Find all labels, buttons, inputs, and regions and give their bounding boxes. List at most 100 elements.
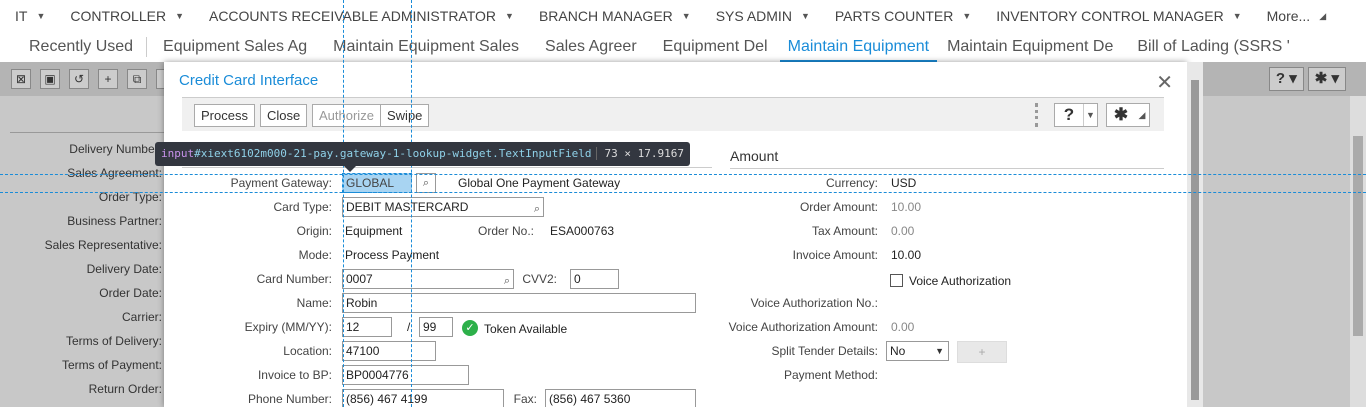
role-menu-bar: IT ▼ CONTROLLER ▼ ACCOUNTS RECEIVABLE ADMI…	[0, 0, 1366, 32]
help-icon: ?	[1063, 105, 1075, 124]
location-input[interactable]: 47100	[342, 341, 436, 361]
name-input[interactable]: Robin	[342, 293, 696, 313]
voice-authorization-label: Voice Authorization	[909, 274, 1012, 288]
inspector-tooltip-arrow	[344, 166, 356, 172]
save-icon: ▣	[40, 69, 60, 89]
voice-authorization-checkbox[interactable]	[890, 274, 903, 287]
expiry-year-input[interactable]: 99	[419, 317, 453, 337]
check-circle-icon: ✓	[462, 320, 478, 336]
tab-bar: Recently Used Equipment Sales Ag Maintai…	[0, 32, 1366, 62]
invoice-bp-label: Invoice to BP:	[257, 368, 332, 382]
caret-down-icon: ▼	[36, 11, 46, 21]
bg-label: Terms of Delivery:	[65, 334, 162, 348]
card-number-input[interactable]: 0007 ⌕	[342, 269, 514, 289]
copy-icon: ⧉	[127, 69, 147, 89]
caret-down-icon: ▼	[962, 11, 972, 21]
inspector-tooltip: input#xiext6102m000-21-pay.gateway-1-loo…	[155, 142, 690, 166]
tab-sales-agreement[interactable]: Sales Agreer	[532, 32, 650, 62]
role-label: IT	[15, 8, 28, 24]
role-it[interactable]: IT ▼	[15, 8, 45, 24]
expiry-month-input[interactable]: 12	[342, 317, 392, 337]
mode-label: Mode:	[298, 248, 332, 262]
add-split-tender-button[interactable]: +	[957, 341, 1007, 363]
bg-label: Terms of Payment:	[61, 358, 162, 372]
currency-value: USD	[891, 176, 917, 190]
bg-label: Sales Representative:	[44, 238, 162, 252]
invoice-bp-input[interactable]: BP0004776	[342, 365, 469, 385]
undo-icon: ↺	[69, 69, 89, 89]
invoice-amount-label: Invoice Amount:	[792, 248, 878, 262]
amount-section-header: Amount	[730, 148, 1164, 169]
background-right-tools: ? ▾ ✱ ▾	[1268, 67, 1346, 91]
split-tender-value: No	[890, 344, 906, 358]
caret-down-icon: ▼	[175, 11, 184, 21]
card-type-label: Card Type:	[273, 200, 332, 214]
lookup-icon[interactable]: ⌕	[504, 272, 510, 290]
role-sys-admin[interactable]: SYS ADMIN ▼	[716, 8, 810, 24]
role-inventory-control-manager[interactable]: INVENTORY CONTROL MANAGER ▼	[996, 8, 1241, 24]
card-type-input[interactable]: DEBIT MASTERCARD ⌕	[342, 197, 544, 217]
inspector-guide-vertical	[343, 0, 344, 407]
tab-maintain-equipment[interactable]: Maintain Equipment	[779, 32, 938, 62]
bg-label: Carrier:	[121, 310, 162, 324]
phone-input[interactable]: (856) 467 4199	[342, 389, 504, 407]
role-parts-counter[interactable]: PARTS COUNTER ▼	[835, 8, 971, 24]
close-icon[interactable]: ✕	[1156, 70, 1173, 95]
card-number-value: 0007	[346, 272, 373, 286]
token-available-label: Token Available	[484, 322, 568, 336]
swipe-button[interactable]: Swipe	[380, 104, 430, 127]
split-tender-label: Split Tender Details:	[771, 344, 879, 358]
scroll-thumb[interactable]	[1191, 80, 1199, 400]
exit-icon: ⊠	[11, 69, 31, 89]
scroll-thumb[interactable]	[1353, 136, 1363, 336]
tab-bill-of-lading[interactable]: Bill of Lading (SSRS '	[1123, 32, 1302, 62]
authorize-button[interactable]: Authorize	[312, 104, 381, 127]
split-tender-select[interactable]: No ▼	[886, 341, 949, 361]
role-label: INVENTORY CONTROL MANAGER	[996, 8, 1224, 24]
dialog-scrollbar[interactable]	[1187, 62, 1203, 407]
tab-maintain-equipment-sales[interactable]: Maintain Equipment Sales	[320, 32, 532, 62]
card-number-label: Card Number:	[256, 272, 332, 286]
currency-label: Currency:	[825, 176, 878, 190]
payment-gateway-input[interactable]: GLOBAL	[342, 173, 412, 193]
inspector-guide-vertical	[411, 0, 412, 407]
role-controller[interactable]: CONTROLLER ▼	[70, 8, 184, 24]
voice-auth-amount-value: 0.00	[891, 320, 915, 334]
bg-label: Order Date:	[99, 286, 162, 300]
help-button[interactable]: ? ▼	[1054, 103, 1098, 127]
lookup-icon[interactable]: ⌕	[534, 200, 540, 218]
payment-method-label: Payment Method:	[783, 368, 878, 382]
gear-icon: ✱ ▾	[1307, 67, 1346, 91]
caret-down-icon: ▼	[505, 11, 514, 21]
cvv2-input[interactable]: 0	[570, 269, 619, 289]
order-amount-label: Order Amount:	[799, 200, 878, 214]
dialog-toolbar: Process Close Authorize Swipe ? ▼ ✱ ◢	[182, 97, 1164, 131]
tab-equipment-delivery[interactable]: Equipment Del	[650, 32, 780, 62]
role-ar-administrator[interactable]: ACCOUNTS RECEIVABLE ADMINISTRATOR ▼	[209, 8, 514, 24]
role-branch-manager[interactable]: BRANCH MANAGER ▼	[539, 8, 691, 24]
location-label: Location:	[283, 344, 332, 358]
bg-label: Return Order:	[88, 382, 162, 396]
voice-auth-amount-label: Voice Authorization Amount:	[728, 320, 878, 334]
bg-label: Delivery Date:	[86, 262, 162, 276]
fax-input[interactable]: (856) 467 5360	[545, 389, 696, 407]
role-label: More...	[1266, 8, 1311, 24]
order-amount-value: 10.00	[891, 200, 922, 214]
lookup-icon[interactable]: ⌕	[416, 173, 436, 193]
role-more[interactable]: More... ◢	[1267, 8, 1327, 24]
tab-equipment-sales-ag[interactable]: Equipment Sales Ag	[147, 32, 320, 62]
order-no-value: ESA000763	[550, 224, 615, 238]
close-button[interactable]: Close	[260, 104, 308, 127]
settings-button[interactable]: ✱ ◢	[1106, 103, 1150, 127]
fax-label: Fax:	[513, 392, 537, 406]
toolbar-right-group: ? ▼ ✱ ◢	[1035, 103, 1150, 127]
role-label: SYS ADMIN	[715, 8, 792, 24]
tab-maintain-equipment-de[interactable]: Maintain Equipment De	[937, 32, 1123, 62]
process-button[interactable]: Process	[194, 104, 255, 127]
origin-value: Equipment	[345, 224, 403, 238]
payment-gateway-label: Payment Gateway:	[230, 176, 332, 190]
background-scrollbar[interactable]	[1350, 96, 1366, 407]
gear-icon: ✱	[1113, 105, 1129, 124]
tab-recently-used[interactable]: Recently Used	[0, 37, 148, 57]
bg-label: Delivery Number:	[69, 142, 162, 156]
